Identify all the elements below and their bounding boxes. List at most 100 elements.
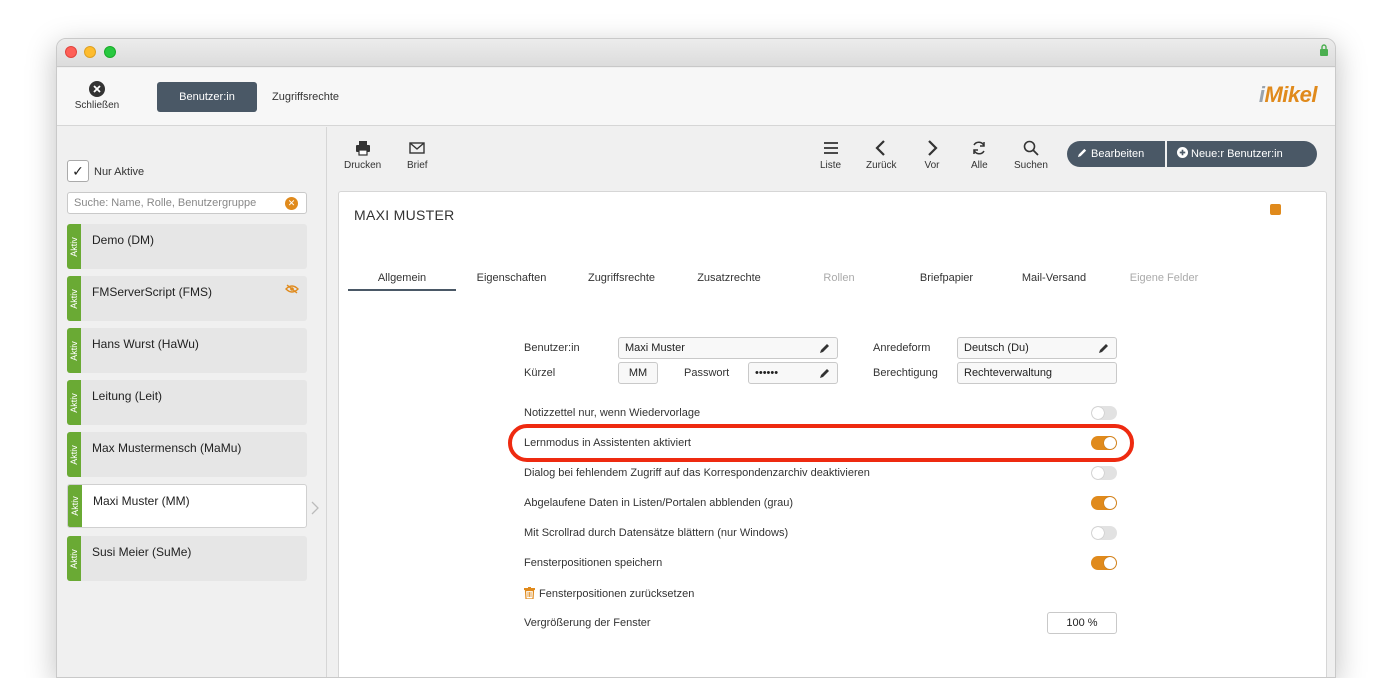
tab-roles: Rollen <box>823 272 855 284</box>
highlight-outline <box>508 424 1134 462</box>
option-label: Notizzettel nur, wenn Wiedervorlage <box>524 407 701 419</box>
password-label: Passwort <box>684 367 730 379</box>
reset-label: Fensterpositionen zurücksetzen <box>539 588 695 600</box>
password-field[interactable]: •••••• <box>748 362 838 384</box>
back-label: Zurück <box>866 160 897 171</box>
search-label: Suchen <box>1014 160 1048 171</box>
plus-circle-icon <box>1177 147 1188 158</box>
option-label: Abgelaufene Daten in Listen/Portalen abb… <box>524 497 794 509</box>
user-name-field[interactable]: Maxi Muster <box>618 337 838 359</box>
trash-icon <box>524 587 535 600</box>
user-name: Demo (DM) <box>92 233 154 247</box>
permission-field[interactable]: Rechteverwaltung <box>957 362 1117 384</box>
hidden-eye-icon <box>285 284 299 294</box>
option-toggle[interactable] <box>1091 406 1117 420</box>
close-circle-icon <box>89 81 105 97</box>
pencil-icon <box>1077 148 1087 158</box>
envelope-icon <box>409 142 425 154</box>
tab-general[interactable]: Allgemein <box>348 272 456 291</box>
title-bar <box>57 39 1335 67</box>
zoom-field[interactable]: 100 % <box>1047 612 1117 634</box>
search-icon <box>1023 140 1039 156</box>
chevron-left-icon <box>875 140 886 156</box>
record-card: MAXI MUSTER Allgemein Eigenschaften Zugr… <box>338 191 1327 677</box>
list-item[interactable]: Aktiv FMServerScript (FMS) <box>67 276 307 321</box>
tab-letterhead[interactable]: Briefpapier <box>909 272 984 284</box>
close-window-button[interactable] <box>65 46 77 58</box>
salutation-field[interactable]: Deutsch (Du) <box>957 337 1117 359</box>
user-name: Maxi Muster (MM) <box>93 494 190 508</box>
print-label: Drucken <box>344 160 382 171</box>
list-item[interactable]: Aktiv Demo (DM) <box>67 224 307 269</box>
option-toggle[interactable] <box>1091 556 1117 570</box>
tab-properties[interactable]: Eigenschaften <box>469 272 554 284</box>
refresh-icon <box>973 141 986 155</box>
search-input[interactable]: Suche: Name, Rolle, Benutzergruppe ✕ <box>67 192 307 214</box>
forward-button[interactable]: Vor <box>924 140 940 171</box>
user-field-label: Benutzer:in <box>524 342 580 354</box>
pencil-icon <box>820 344 829 353</box>
active-only-checkbox[interactable]: ✓ <box>67 160 89 182</box>
forward-label: Vor <box>924 160 940 171</box>
option-label: Mit Scrollrad durch Datensätze blättern … <box>524 527 789 539</box>
tab-mail-sending[interactable]: Mail-Versand <box>1014 272 1094 284</box>
tab-extra-rights[interactable]: Zusatzrechte <box>689 272 769 284</box>
status-badge: Aktiv <box>68 485 82 527</box>
salutation-value: Deutsch (Du) <box>964 342 1029 354</box>
letter-label: Brief <box>407 160 428 171</box>
minimize-window-button[interactable] <box>84 46 96 58</box>
letter-button[interactable]: Brief <box>407 140 428 171</box>
search-placeholder: Suche: Name, Rolle, Benutzergruppe <box>74 197 257 209</box>
main-panel: Drucken Brief Liste Zurück Vor Alle Such… <box>328 127 1335 677</box>
list-item[interactable]: Aktiv Leitung (Leit) <box>67 380 307 425</box>
close-label: Schließen <box>74 100 120 111</box>
list-item[interactable]: Aktiv Susi Meier (SuMe) <box>67 536 307 581</box>
user-name-value: Maxi Muster <box>625 342 685 354</box>
user-sidebar: ✓ Nur Aktive Suche: Name, Rolle, Benutze… <box>57 127 327 677</box>
clear-search-icon[interactable]: ✕ <box>285 197 298 210</box>
edit-button[interactable]: Bearbeiten <box>1067 141 1165 167</box>
list-item[interactable]: Aktiv Max Mustermensch (MaMu) <box>67 432 307 477</box>
note-icon[interactable] <box>1270 204 1281 215</box>
new-user-button[interactable]: Neue:r Benutzer:in <box>1167 141 1317 167</box>
zoom-label: Vergrößerung der Fenster <box>524 617 651 629</box>
all-button[interactable]: Alle <box>971 140 988 171</box>
status-badge: Aktiv <box>67 276 81 321</box>
user-name: Susi Meier (SuMe) <box>92 545 192 559</box>
user-name: FMServerScript (FMS) <box>92 285 212 299</box>
close-button[interactable]: Schließen <box>71 80 123 111</box>
option-toggle[interactable] <box>1091 526 1117 540</box>
search-button[interactable]: Suchen <box>1014 140 1048 171</box>
new-user-label: Neue:r Benutzer:in <box>1191 148 1283 160</box>
lock-icon <box>1320 44 1328 56</box>
tab-access-rights[interactable]: Zugriffsrechte <box>272 82 339 112</box>
reset-window-positions[interactable]: Fensterpositionen zurücksetzen <box>524 587 694 600</box>
list-item[interactable]: Aktiv Hans Wurst (HaWu) <box>67 328 307 373</box>
all-label: Alle <box>971 160 988 171</box>
imikel-logo: iMikel <box>1258 82 1318 107</box>
status-badge: Aktiv <box>67 328 81 373</box>
short-field[interactable]: MM <box>618 362 658 384</box>
tab-custom-fields: Eigene Felder <box>1129 272 1199 284</box>
app-window: Schließen Benutzer:in Zugriffsrechte iMi… <box>56 38 1336 678</box>
list-item-selected[interactable]: Aktiv Maxi Muster (MM) <box>67 484 307 528</box>
status-badge: Aktiv <box>67 380 81 425</box>
print-button[interactable]: Drucken <box>344 140 381 171</box>
active-only-label: Nur Aktive <box>94 166 145 178</box>
zoom-window-button[interactable] <box>104 46 116 58</box>
tab-access-rights[interactable]: Zugriffsrechte <box>579 272 664 284</box>
option-toggle[interactable] <box>1091 466 1117 480</box>
pencil-icon <box>820 369 829 378</box>
option-toggle[interactable] <box>1091 496 1117 510</box>
user-name: Hans Wurst (HaWu) <box>92 337 199 351</box>
edit-label: Bearbeiten <box>1091 148 1145 160</box>
back-button[interactable]: Zurück <box>866 140 897 171</box>
permission-label: Berechtigung <box>873 367 938 379</box>
tab-user[interactable]: Benutzer:in <box>157 82 257 112</box>
salutation-label: Anredeform <box>873 342 931 354</box>
option-label: Fensterpositionen speichern <box>524 557 663 569</box>
printer-icon <box>355 141 370 156</box>
user-name: Max Mustermensch (MaMu) <box>92 441 242 455</box>
list-icon <box>823 142 838 154</box>
list-button[interactable]: Liste <box>820 140 841 171</box>
